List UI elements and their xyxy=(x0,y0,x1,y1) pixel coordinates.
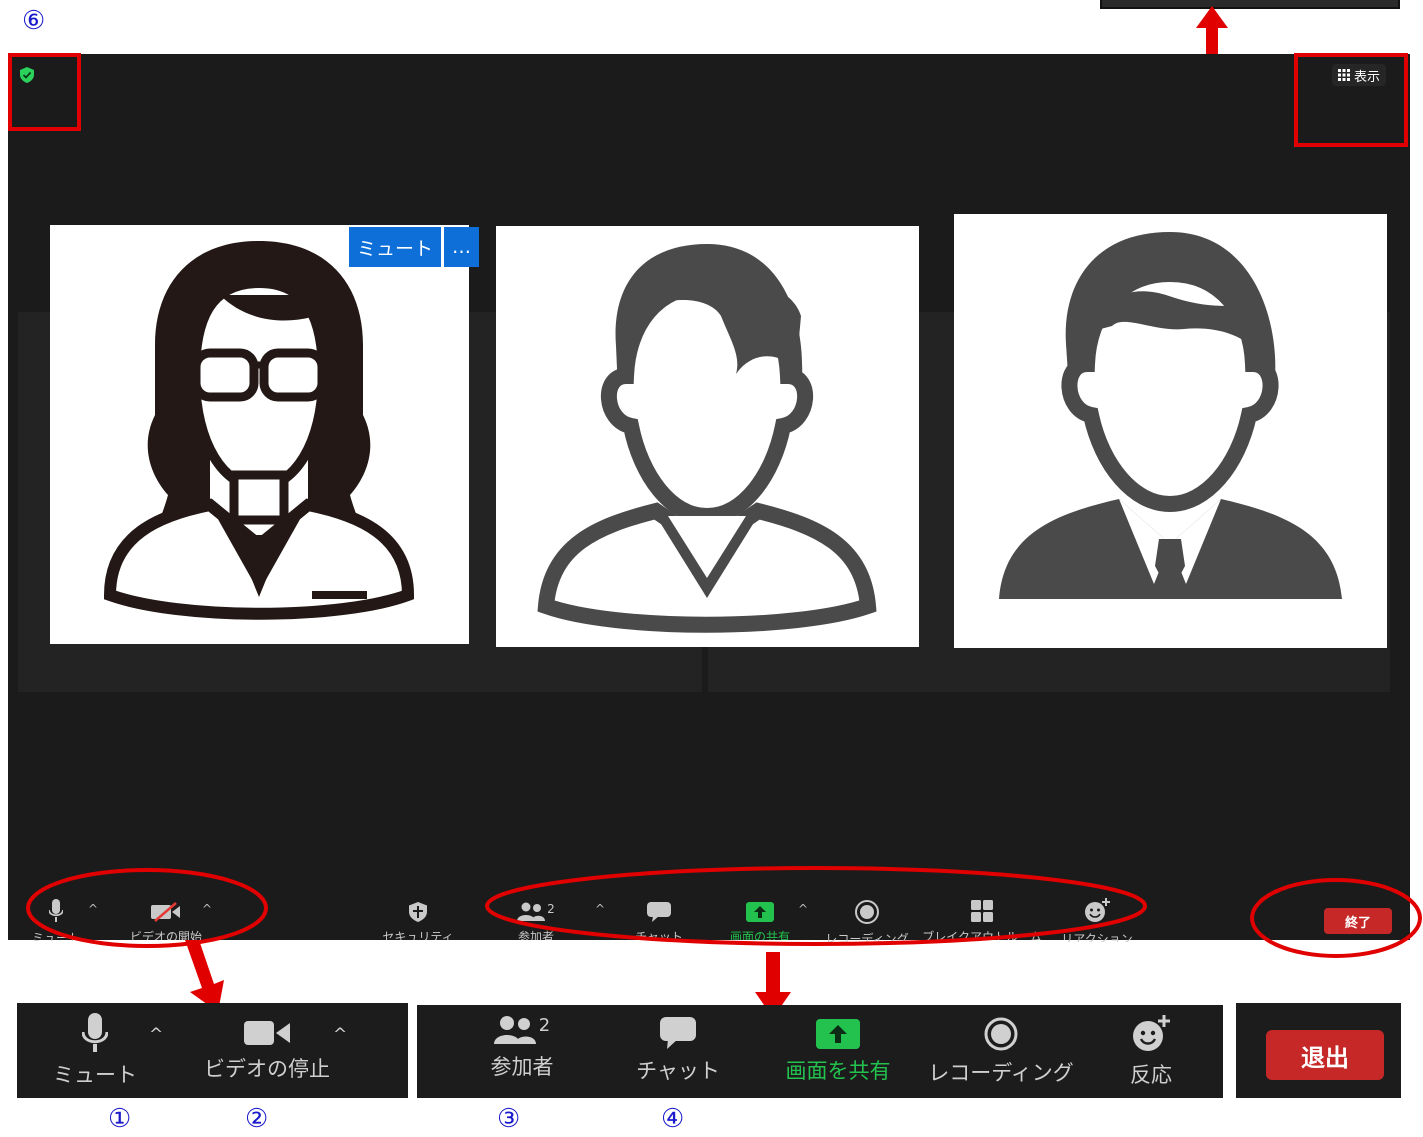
zoomed-main-controls-bar: 2 参加者 チャット 画面を共有 レコーディング 反応 xyxy=(417,1005,1223,1098)
participant-avatar-3 xyxy=(954,214,1387,648)
zoom-mute-label: ミュート xyxy=(53,1063,137,1087)
woman-with-glasses-icon xyxy=(103,241,415,620)
share-screen-icon xyxy=(816,1019,860,1049)
annotation-marker-3: ③ xyxy=(497,1104,521,1134)
businessman-icon xyxy=(999,232,1342,599)
young-man-icon xyxy=(537,244,877,633)
participant-more-button[interactable]: … xyxy=(444,227,480,267)
zoom-record-button[interactable]: レコーディング xyxy=(928,1017,1074,1087)
zoom-video-stop-label: ビデオの停止 xyxy=(204,1057,330,1081)
view-highlight-box xyxy=(1294,53,1408,147)
zoomed-audio-video-bar: ミュート ^ ビデオの停止 ^ xyxy=(17,1003,408,1098)
zoom-reaction-button[interactable]: 反応 xyxy=(1111,1015,1191,1089)
annotation-marker-4: ④ xyxy=(661,1104,685,1134)
zoom-video-caret[interactable]: ^ xyxy=(333,1025,347,1045)
zoom-share-screen-button[interactable]: 画面を共有 xyxy=(773,1019,903,1085)
zoomed-leave-bar: 退出 xyxy=(1236,1003,1401,1098)
zoom-chat-button[interactable]: チャット xyxy=(633,1017,723,1085)
zoom-reaction-label: 反応 xyxy=(1130,1063,1172,1087)
microphone-icon xyxy=(82,1013,108,1052)
zoom-chat-label: チャット xyxy=(636,1059,720,1083)
annotation-marker-6: ⑥ xyxy=(22,6,46,36)
security-highlight-box xyxy=(8,53,81,131)
zoom-participants-count: 2 xyxy=(538,1015,551,1036)
participant-hover-controls: ミュート … xyxy=(349,227,480,267)
chat-bubble-icon xyxy=(660,1017,696,1049)
record-icon xyxy=(984,1017,1018,1051)
zoom-participants-button[interactable]: 2 参加者 xyxy=(477,1015,567,1081)
zoom-participants-label: 参加者 xyxy=(490,1055,554,1079)
down-arrow-left xyxy=(185,940,224,1012)
participants-icon xyxy=(493,1016,536,1044)
video-camera-icon xyxy=(244,1021,290,1045)
zoom-video-stop-button[interactable]: ビデオの停止 xyxy=(202,1019,332,1083)
zoom-leave-button[interactable]: 退出 xyxy=(1266,1030,1384,1080)
view-menu-panel-edge xyxy=(1100,0,1400,9)
participant-mute-button[interactable]: ミュート xyxy=(349,227,442,267)
zoom-mute-button[interactable]: ミュート xyxy=(53,1013,137,1089)
participant-avatar-1 xyxy=(50,225,469,644)
zoom-record-label: レコーディング xyxy=(928,1061,1074,1085)
reaction-smiley-icon xyxy=(1133,1015,1170,1051)
zoom-share-label: 画面を共有 xyxy=(785,1059,891,1083)
annotation-marker-2: ② xyxy=(245,1104,269,1134)
participant-avatar-2 xyxy=(496,226,919,647)
zoom-mute-caret[interactable]: ^ xyxy=(149,1025,163,1045)
annotation-marker-1: ① xyxy=(108,1104,132,1134)
